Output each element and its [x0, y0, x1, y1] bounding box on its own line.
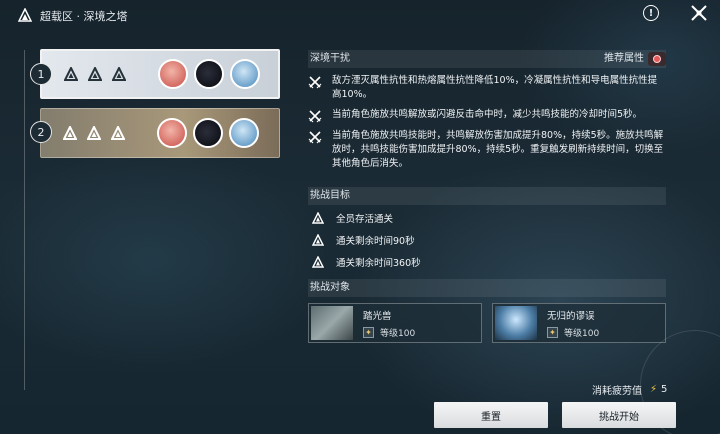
level-track-line [24, 50, 25, 390]
star-triangle-icon [87, 126, 101, 140]
level-card-1[interactable] [40, 49, 280, 99]
crossed-swords-icon [308, 131, 322, 144]
top-bar: 超载区 · 深境之塔 ! [0, 0, 720, 30]
team-avatar [158, 59, 188, 89]
breadcrumb: 超载区 · 深境之塔 [40, 10, 128, 23]
triangle-icon [312, 212, 324, 224]
attribute-icon [648, 52, 666, 66]
level-icon: ✦ [547, 327, 558, 338]
objective-item: 通关剩余时间360秒 [308, 251, 666, 273]
start-challenge-button[interactable]: 挑战开始 [562, 402, 676, 428]
star-triangle-icon [88, 67, 102, 81]
level-icon: ✦ [363, 327, 374, 338]
enemy-portrait [495, 306, 537, 340]
team-avatar [157, 118, 187, 148]
tower-logo-icon [18, 8, 32, 22]
level-card-2[interactable] [40, 108, 280, 158]
fatigue-value: 5 [661, 384, 668, 395]
recommend-attribute[interactable]: 推荐属性 [604, 50, 666, 68]
level-number-badge[interactable]: 1 [30, 63, 52, 85]
info-icon[interactable]: ! [643, 5, 659, 21]
enemy-name: 无归的谬误 [547, 311, 595, 322]
enemies-title: 挑战对象 [308, 279, 666, 297]
enemy-card[interactable]: 无归的谬误 ✦ 等级100 [492, 303, 666, 343]
team-avatar [193, 118, 223, 148]
triangle-icon [312, 234, 324, 246]
disturbance-effect: 当前角色施放共鸣解放或闪避反击命中时，减少共鸣技能的冷却时间5秒。 [308, 108, 666, 123]
disturbance-header: 深境干扰 推荐属性 [308, 50, 666, 68]
challenge-detail-panel: 深境干扰 推荐属性 敌方湮灭属性抗性和热熔属性抗性降低10%，冷凝属性抗性和导电… [308, 50, 666, 343]
objectives-title: 挑战目标 [308, 187, 666, 205]
enemy-name: 踏光兽 [363, 311, 392, 322]
recommend-label: 推荐属性 [604, 53, 644, 64]
enemy-portrait [311, 306, 353, 340]
enemy-level: 等级100 [564, 329, 600, 339]
lightning-icon: ⚡ [650, 384, 658, 395]
objective-item: 通关剩余时间90秒 [308, 229, 666, 251]
objective-item: 全员存活通关 [308, 207, 666, 229]
close-icon[interactable] [690, 4, 708, 22]
disturbance-effect: 敌方湮灭属性抗性和热熔属性抗性降低10%，冷凝属性抗性和导电属性抗性提高10%。 [308, 74, 666, 102]
team-avatar [230, 59, 260, 89]
star-triangle-icon [63, 126, 77, 140]
enemy-level: 等级100 [380, 329, 416, 339]
enemy-list: 踏光兽 ✦ 等级100 无归的谬误 ✦ 等级100 [308, 303, 666, 343]
reset-button[interactable]: 重置 [434, 402, 548, 428]
fatigue-label: 消耗疲劳值 [592, 386, 642, 397]
star-triangle-icon [112, 67, 126, 81]
disturbance-effect: 当前角色施放共鸣技能时，共鸣解放伤害加成提升80%，持续5秒。施放共鸣解放时，共… [308, 129, 666, 171]
level-number-badge[interactable]: 2 [30, 121, 52, 143]
disturbance-title: 深境干扰 [310, 53, 350, 64]
fatigue-cost: 消耗疲劳值 ⚡ 5 [592, 382, 667, 397]
crossed-swords-icon [308, 110, 322, 123]
team-avatar [194, 59, 224, 89]
crossed-swords-icon [308, 76, 322, 89]
star-triangle-icon [111, 126, 125, 140]
triangle-icon [312, 256, 324, 268]
star-triangle-icon [64, 67, 78, 81]
team-avatar [229, 118, 259, 148]
enemy-card[interactable]: 踏光兽 ✦ 等级100 [308, 303, 482, 343]
